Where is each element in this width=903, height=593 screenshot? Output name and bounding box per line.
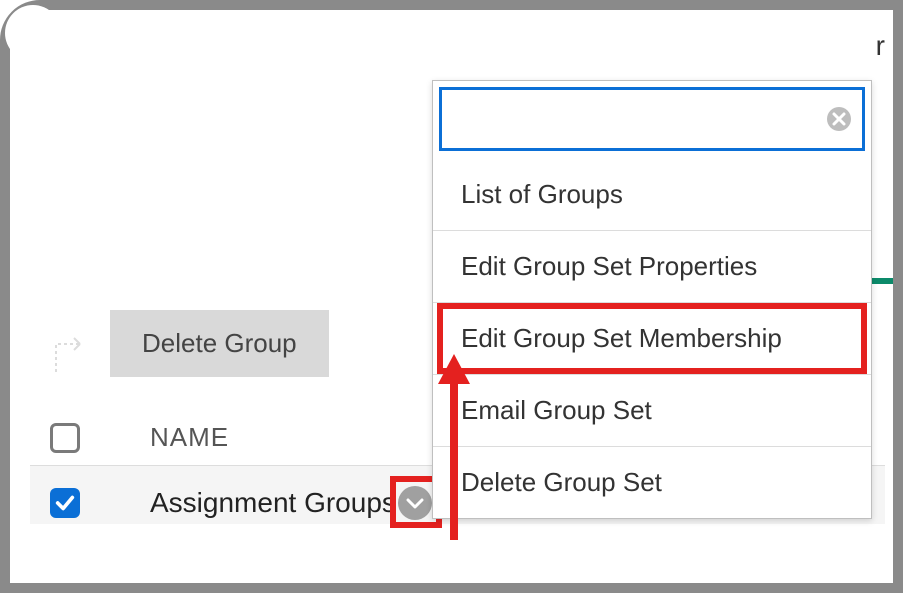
delete-group-button[interactable]: Delete Group bbox=[110, 310, 329, 377]
menu-item-label: Edit Group Set Membership bbox=[461, 323, 782, 353]
column-header-name[interactable]: NAME bbox=[150, 422, 229, 453]
selection-arrow-icon bbox=[50, 314, 90, 374]
check-icon bbox=[54, 492, 76, 514]
menu-search-input[interactable] bbox=[439, 87, 865, 151]
row-name-cell: Assignment Groups bbox=[150, 486, 432, 520]
menu-item-edit-properties[interactable]: Edit Group Set Properties bbox=[433, 230, 871, 302]
menu-item-email-group-set[interactable]: Email Group Set bbox=[433, 374, 871, 446]
group-set-name[interactable]: Assignment Groups bbox=[150, 487, 396, 519]
clear-search-button[interactable] bbox=[825, 105, 853, 133]
chevron-down-icon bbox=[405, 496, 425, 510]
menu-search-wrap bbox=[439, 87, 865, 151]
corner-decoration bbox=[5, 5, 61, 61]
row-checkbox[interactable] bbox=[50, 488, 80, 518]
cropped-text-fragment: r bbox=[876, 30, 885, 62]
menu-item-delete-group-set[interactable]: Delete Group Set bbox=[433, 446, 871, 518]
divider-accent bbox=[870, 278, 893, 284]
row-actions-dropdown-trigger[interactable] bbox=[398, 486, 432, 520]
menu-item-edit-membership[interactable]: Edit Group Set Membership bbox=[433, 302, 871, 374]
close-circle-icon bbox=[825, 105, 853, 133]
menu-item-list-groups[interactable]: List of Groups bbox=[433, 159, 871, 230]
row-actions-menu: List of Groups Edit Group Set Properties… bbox=[432, 80, 872, 519]
select-all-checkbox[interactable] bbox=[50, 423, 80, 453]
